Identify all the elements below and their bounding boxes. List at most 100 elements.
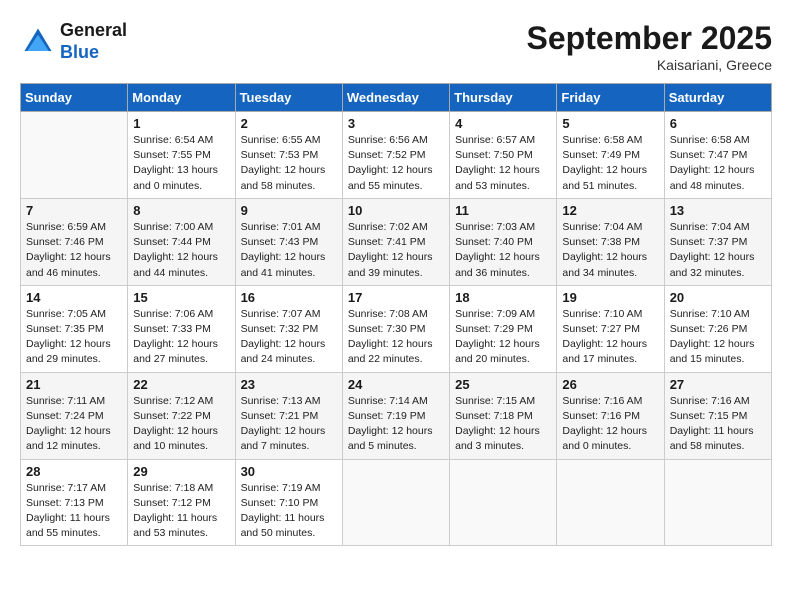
- location: Kaisariani, Greece: [527, 57, 772, 73]
- day-info: Sunrise: 6:59 AM Sunset: 7:46 PM Dayligh…: [26, 220, 122, 281]
- calendar-cell: 17 Sunrise: 7:08 AM Sunset: 7:30 PM Dayli…: [342, 285, 449, 372]
- day-number: 16: [241, 290, 337, 305]
- day-info: Sunrise: 7:01 AM Sunset: 7:43 PM Dayligh…: [241, 220, 337, 281]
- day-number: 14: [26, 290, 122, 305]
- calendar-cell: 28 Sunrise: 7:17 AM Sunset: 7:13 PM Dayli…: [21, 459, 128, 546]
- day-info: Sunrise: 7:17 AM Sunset: 7:13 PM Dayligh…: [26, 481, 122, 542]
- day-number: 18: [455, 290, 551, 305]
- day-number: 4: [455, 116, 551, 131]
- logo: General Blue: [20, 20, 127, 63]
- day-info: Sunrise: 7:05 AM Sunset: 7:35 PM Dayligh…: [26, 307, 122, 368]
- day-info: Sunrise: 7:04 AM Sunset: 7:37 PM Dayligh…: [670, 220, 766, 281]
- calendar-cell: [664, 459, 771, 546]
- day-info: Sunrise: 7:15 AM Sunset: 7:18 PM Dayligh…: [455, 394, 551, 455]
- day-number: 29: [133, 464, 229, 479]
- calendar-week-row: 1 Sunrise: 6:54 AM Sunset: 7:55 PM Daylig…: [21, 112, 772, 199]
- calendar-cell: 22 Sunrise: 7:12 AM Sunset: 7:22 PM Dayli…: [128, 372, 235, 459]
- title-block: September 2025 Kaisariani, Greece: [527, 20, 772, 73]
- calendar-cell: 24Sunrise: 7:14 AM Sunset: 7:19 PM Dayli…: [342, 372, 449, 459]
- weekday-header-friday: Friday: [557, 84, 664, 112]
- calendar-cell: 9 Sunrise: 7:01 AM Sunset: 7:43 PM Daylig…: [235, 198, 342, 285]
- month-title: September 2025: [527, 20, 772, 57]
- day-number: 3: [348, 116, 444, 131]
- calendar-cell: 18 Sunrise: 7:09 AM Sunset: 7:29 PM Dayli…: [450, 285, 557, 372]
- day-info: Sunrise: 6:58 AM Sunset: 7:49 PM Dayligh…: [562, 133, 658, 194]
- logo-icon: [20, 24, 56, 60]
- calendar-cell: 20Sunrise: 7:10 AM Sunset: 7:26 PM Dayli…: [664, 285, 771, 372]
- day-number: 25: [455, 377, 551, 392]
- logo-text: General Blue: [60, 20, 127, 63]
- calendar-cell: 4 Sunrise: 6:57 AM Sunset: 7:50 PM Daylig…: [450, 112, 557, 199]
- day-number: 19: [562, 290, 658, 305]
- calendar-table: SundayMondayTuesdayWednesdayThursdayFrid…: [20, 83, 772, 546]
- day-info: Sunrise: 6:54 AM Sunset: 7:55 PM Dayligh…: [133, 133, 229, 194]
- day-info: Sunrise: 7:08 AM Sunset: 7:30 PM Dayligh…: [348, 307, 444, 368]
- day-info: Sunrise: 7:16 AM Sunset: 7:15 PM Dayligh…: [670, 394, 766, 455]
- day-info: Sunrise: 7:11 AM Sunset: 7:24 PM Dayligh…: [26, 394, 122, 455]
- calendar-cell: 16 Sunrise: 7:07 AM Sunset: 7:32 PM Dayli…: [235, 285, 342, 372]
- calendar-cell: 30Sunrise: 7:19 AM Sunset: 7:10 PM Dayli…: [235, 459, 342, 546]
- weekday-header-row: SundayMondayTuesdayWednesdayThursdayFrid…: [21, 84, 772, 112]
- day-info: Sunrise: 7:07 AM Sunset: 7:32 PM Dayligh…: [241, 307, 337, 368]
- calendar-cell: 8 Sunrise: 7:00 AM Sunset: 7:44 PM Daylig…: [128, 198, 235, 285]
- day-number: 23: [241, 377, 337, 392]
- day-info: Sunrise: 7:12 AM Sunset: 7:22 PM Dayligh…: [133, 394, 229, 455]
- day-info: Sunrise: 7:03 AM Sunset: 7:40 PM Dayligh…: [455, 220, 551, 281]
- day-info: Sunrise: 7:13 AM Sunset: 7:21 PM Dayligh…: [241, 394, 337, 455]
- day-info: Sunrise: 7:10 AM Sunset: 7:27 PM Dayligh…: [562, 307, 658, 368]
- calendar-cell: [450, 459, 557, 546]
- day-info: Sunrise: 7:09 AM Sunset: 7:29 PM Dayligh…: [455, 307, 551, 368]
- weekday-header-tuesday: Tuesday: [235, 84, 342, 112]
- calendar-cell: 14 Sunrise: 7:05 AM Sunset: 7:35 PM Dayli…: [21, 285, 128, 372]
- day-number: 26: [562, 377, 658, 392]
- day-number: 15: [133, 290, 229, 305]
- day-number: 11: [455, 203, 551, 218]
- day-info: Sunrise: 7:16 AM Sunset: 7:16 PM Dayligh…: [562, 394, 658, 455]
- day-info: Sunrise: 6:58 AM Sunset: 7:47 PM Dayligh…: [670, 133, 766, 194]
- day-number: 24: [348, 377, 444, 392]
- calendar-cell: 12 Sunrise: 7:04 AM Sunset: 7:38 PM Dayli…: [557, 198, 664, 285]
- calendar-week-row: 21 Sunrise: 7:11 AM Sunset: 7:24 PM Dayli…: [21, 372, 772, 459]
- day-info: Sunrise: 6:57 AM Sunset: 7:50 PM Dayligh…: [455, 133, 551, 194]
- day-number: 17: [348, 290, 444, 305]
- calendar-cell: 2Sunrise: 6:55 AM Sunset: 7:53 PM Daylig…: [235, 112, 342, 199]
- calendar-cell: 15 Sunrise: 7:06 AM Sunset: 7:33 PM Dayli…: [128, 285, 235, 372]
- day-number: 8: [133, 203, 229, 218]
- weekday-header-sunday: Sunday: [21, 84, 128, 112]
- day-number: 7: [26, 203, 122, 218]
- weekday-header-monday: Monday: [128, 84, 235, 112]
- weekday-header-wednesday: Wednesday: [342, 84, 449, 112]
- day-number: 12: [562, 203, 658, 218]
- day-number: 2: [241, 116, 337, 131]
- day-number: 22: [133, 377, 229, 392]
- calendar-week-row: 7 Sunrise: 6:59 AM Sunset: 7:46 PM Daylig…: [21, 198, 772, 285]
- calendar-cell: 29 Sunrise: 7:18 AM Sunset: 7:12 PM Dayli…: [128, 459, 235, 546]
- day-number: 13: [670, 203, 766, 218]
- day-number: 21: [26, 377, 122, 392]
- day-info: Sunrise: 7:04 AM Sunset: 7:38 PM Dayligh…: [562, 220, 658, 281]
- calendar-cell: 7 Sunrise: 6:59 AM Sunset: 7:46 PM Daylig…: [21, 198, 128, 285]
- calendar-cell: 21 Sunrise: 7:11 AM Sunset: 7:24 PM Dayli…: [21, 372, 128, 459]
- day-info: Sunrise: 7:06 AM Sunset: 7:33 PM Dayligh…: [133, 307, 229, 368]
- calendar-cell: 23 Sunrise: 7:13 AM Sunset: 7:21 PM Dayli…: [235, 372, 342, 459]
- day-number: 28: [26, 464, 122, 479]
- calendar-cell: [342, 459, 449, 546]
- calendar-cell: 1 Sunrise: 6:54 AM Sunset: 7:55 PM Daylig…: [128, 112, 235, 199]
- calendar-cell: 5 Sunrise: 6:58 AM Sunset: 7:49 PM Daylig…: [557, 112, 664, 199]
- calendar-cell: 27 Sunrise: 7:16 AM Sunset: 7:15 PM Dayli…: [664, 372, 771, 459]
- day-number: 27: [670, 377, 766, 392]
- calendar-cell: 13 Sunrise: 7:04 AM Sunset: 7:37 PM Dayli…: [664, 198, 771, 285]
- day-info: Sunrise: 7:02 AM Sunset: 7:41 PM Dayligh…: [348, 220, 444, 281]
- calendar-cell: 19 Sunrise: 7:10 AM Sunset: 7:27 PM Dayli…: [557, 285, 664, 372]
- calendar-cell: [557, 459, 664, 546]
- day-info: Sunrise: 7:18 AM Sunset: 7:12 PM Dayligh…: [133, 481, 229, 542]
- day-info: Sunrise: 7:00 AM Sunset: 7:44 PM Dayligh…: [133, 220, 229, 281]
- day-number: 9: [241, 203, 337, 218]
- day-number: 5: [562, 116, 658, 131]
- day-info: Sunrise: 7:19 AM Sunset: 7:10 PM Dayligh…: [241, 481, 337, 542]
- calendar-cell: 3Sunrise: 6:56 AM Sunset: 7:52 PM Daylig…: [342, 112, 449, 199]
- calendar-cell: 6 Sunrise: 6:58 AM Sunset: 7:47 PM Daylig…: [664, 112, 771, 199]
- day-info: Sunrise: 7:10 AM Sunset: 7:26 PM Dayligh…: [670, 307, 766, 368]
- day-number: 1: [133, 116, 229, 131]
- day-number: 6: [670, 116, 766, 131]
